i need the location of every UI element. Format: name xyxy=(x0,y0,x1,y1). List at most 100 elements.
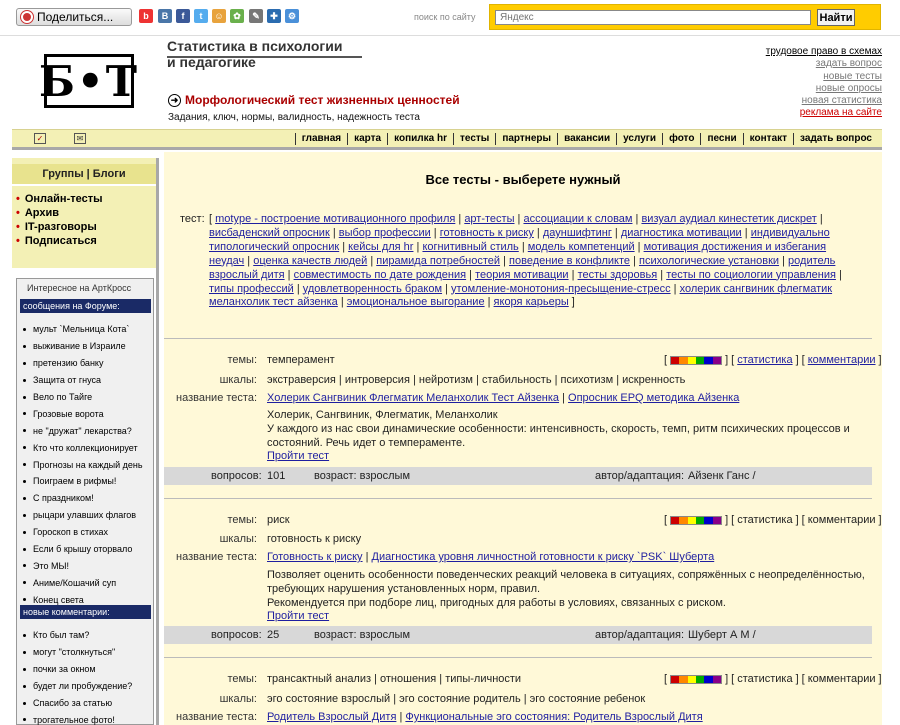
facebook-icon[interactable]: f xyxy=(176,9,190,23)
test-name-link[interactable]: Опросник EPQ методика Айзенка xyxy=(568,392,739,404)
statistics-label[interactable]: статистика xyxy=(737,673,792,685)
forum-item[interactable]: выживание в Израиле xyxy=(33,341,126,351)
forum-item[interactable]: не "дружат" лекарства? xyxy=(33,426,132,436)
link-labor-law[interactable]: трудовое право в схемах xyxy=(766,46,882,57)
comment-item[interactable]: почки за окном xyxy=(33,664,96,674)
comment-item[interactable]: будет ли пробуждение? xyxy=(33,681,132,691)
test-category-link[interactable]: поведение в конфликте xyxy=(509,255,630,267)
nav-item-ask[interactable]: задать вопрос xyxy=(793,133,878,145)
statistics-label[interactable]: статистика xyxy=(737,514,792,526)
forum-item[interactable]: Кто что коллекционирует xyxy=(33,443,138,453)
test-category-link[interactable]: выбор профессии xyxy=(339,227,431,239)
forum-item[interactable]: претензию банку xyxy=(33,358,103,368)
bookmark-icon[interactable]: ✚ xyxy=(267,9,281,23)
forum-item[interactable]: Аниме/Кошачий суп xyxy=(33,578,116,588)
sidebar-item-archive[interactable]: Архив xyxy=(25,206,59,220)
test-category-link[interactable]: якоря карьеры xyxy=(494,296,569,308)
forum-item[interactable]: С праздником! xyxy=(33,493,94,503)
nav-item-hr[interactable]: копилка hr xyxy=(387,133,453,145)
take-test-link[interactable]: Пройти тест xyxy=(267,450,329,462)
share-button[interactable]: Поделиться... xyxy=(16,8,132,26)
sidebar-item-online-tests[interactable]: Онлайн-тесты xyxy=(25,192,103,206)
nav-item-photo[interactable]: фото xyxy=(662,133,700,145)
forum-item[interactable]: Гороскоп в стихах xyxy=(33,527,108,537)
b-icon[interactable]: b xyxy=(139,9,153,23)
comments-label[interactable]: комментарии xyxy=(808,514,876,526)
forum-item[interactable]: Прогнозы на каждый день xyxy=(33,460,143,470)
vk-icon[interactable]: B xyxy=(158,9,172,23)
mail-icon[interactable]: ✉ xyxy=(74,133,86,144)
test-category-link[interactable]: совместимость по дате рождения xyxy=(294,269,467,281)
questions-label: вопросов: xyxy=(211,470,262,482)
test-category-link[interactable]: диагностика мотивации xyxy=(621,227,742,239)
search-button[interactable]: Найти xyxy=(817,9,855,26)
sidebar-item-subscribe[interactable]: Подписаться xyxy=(25,234,97,248)
comment-item[interactable]: могут "столкнуться" xyxy=(33,647,115,657)
nav-item-home[interactable]: главная xyxy=(294,133,347,145)
test-category-link[interactable]: motype - построение мотивационного профи… xyxy=(215,213,455,225)
statistics-link[interactable]: статистика xyxy=(737,354,792,366)
forum-item[interactable]: Грозовые ворота xyxy=(33,409,104,419)
test-category-link[interactable]: утомление-монотония-пресыщение-стресс xyxy=(451,283,671,295)
link-new-tests[interactable]: новые тесты xyxy=(823,71,882,82)
nav-item-services[interactable]: услуги xyxy=(616,133,662,145)
test-category-link[interactable]: оценка качеств людей xyxy=(253,255,367,267)
sidebar-group-title[interactable]: Группы | Блоги xyxy=(12,164,156,186)
test-name-link[interactable]: Холерик Сангвиник Флегматик Меланхолик Т… xyxy=(267,392,559,404)
link-new-polls[interactable]: новые опросы xyxy=(816,83,882,94)
test-category-link[interactable]: визуал аудиал кинестетик дискрет xyxy=(641,213,816,225)
test-category-link[interactable]: ассоциации к словам xyxy=(523,213,632,225)
test-name-link[interactable]: Диагностика уровня личностной готовности… xyxy=(372,551,715,563)
comment-item[interactable]: Спасибо за статью xyxy=(33,698,112,708)
nav-item-contact[interactable]: контакт xyxy=(742,133,793,145)
test-category-link[interactable]: дауншифтинг xyxy=(543,227,612,239)
test-category-link[interactable]: висбаденский опросник xyxy=(209,227,330,239)
link-ask-question[interactable]: задать вопрос xyxy=(816,58,882,69)
test-category-link[interactable]: психологические установки xyxy=(639,255,779,267)
sidebar-item-it-talks[interactable]: IT-разговоры xyxy=(25,220,97,234)
forum-item[interactable]: Это МЫ! xyxy=(33,561,69,571)
test-name-link[interactable]: Функциональные эго состояния: Родитель В… xyxy=(405,711,702,723)
forum-item[interactable]: Если б крышу оторвало xyxy=(33,544,132,554)
test-category-link[interactable]: удовлетворенность браком xyxy=(303,283,442,295)
link-new-stats[interactable]: новая статистика xyxy=(802,95,882,106)
comments-label[interactable]: комментарии xyxy=(808,673,876,685)
comment-item[interactable]: Кто был там? xyxy=(33,630,89,640)
forum-item[interactable]: Защита от гнуса xyxy=(33,375,101,385)
test-category-link[interactable]: теория мотивации xyxy=(475,269,568,281)
nav-item-songs[interactable]: песни xyxy=(700,133,742,145)
test-category-link[interactable]: готовность к риску xyxy=(440,227,534,239)
forum-item[interactable]: Вело по Тайге xyxy=(33,392,92,402)
take-test-link[interactable]: Пройти тест xyxy=(267,610,329,622)
comments-link[interactable]: комментарии xyxy=(808,354,876,366)
test-category-link[interactable]: кейсы для hr xyxy=(348,241,413,253)
nav-item-vacancies[interactable]: вакансии xyxy=(557,133,616,145)
network-icon[interactable]: ✿ xyxy=(230,9,244,23)
test-category-link[interactable]: тесты здоровья xyxy=(578,269,658,281)
nav-item-partners[interactable]: партнеры xyxy=(495,133,557,145)
forum-item[interactable]: мульт `Мельница Кота` xyxy=(33,324,129,334)
test-category-link[interactable]: тесты по социологии управления xyxy=(666,269,836,281)
pencil-icon[interactable]: ✎ xyxy=(249,9,263,23)
test-category-link[interactable]: типы профессий xyxy=(209,283,294,295)
test-category-link[interactable]: когнитивный стиль xyxy=(422,241,518,253)
test-category-link[interactable]: модель компетенций xyxy=(528,241,635,253)
nav-item-map[interactable]: карта xyxy=(347,133,387,145)
test-category-link[interactable]: эмоциональное выгорание xyxy=(347,296,485,308)
test-category-link[interactable]: пирамида потребностей xyxy=(376,255,500,267)
bookmark-check-icon[interactable]: ✓ xyxy=(34,133,46,144)
test-name-link[interactable]: Родитель Взрослый Дитя xyxy=(267,711,396,723)
twitter-icon[interactable]: t xyxy=(194,9,208,23)
site-logo[interactable]: Б•Т xyxy=(39,54,137,108)
forum-item[interactable]: Конец света xyxy=(33,595,84,605)
nav-item-tests[interactable]: тесты xyxy=(453,133,495,145)
test-name-link[interactable]: Готовность к риску xyxy=(267,551,363,563)
search-input[interactable] xyxy=(495,10,811,25)
link-advertising[interactable]: реклама на сайте xyxy=(800,107,882,118)
gear-icon[interactable]: ⚙ xyxy=(285,9,299,23)
people-icon[interactable]: ☺ xyxy=(212,9,226,23)
test-category-link[interactable]: арт-тесты xyxy=(464,213,514,225)
forum-item[interactable]: рыцари улавших флагов xyxy=(33,510,136,520)
comment-item[interactable]: трогательное фото! xyxy=(33,715,115,725)
forum-item[interactable]: Поиграем в рифмы! xyxy=(33,476,116,486)
